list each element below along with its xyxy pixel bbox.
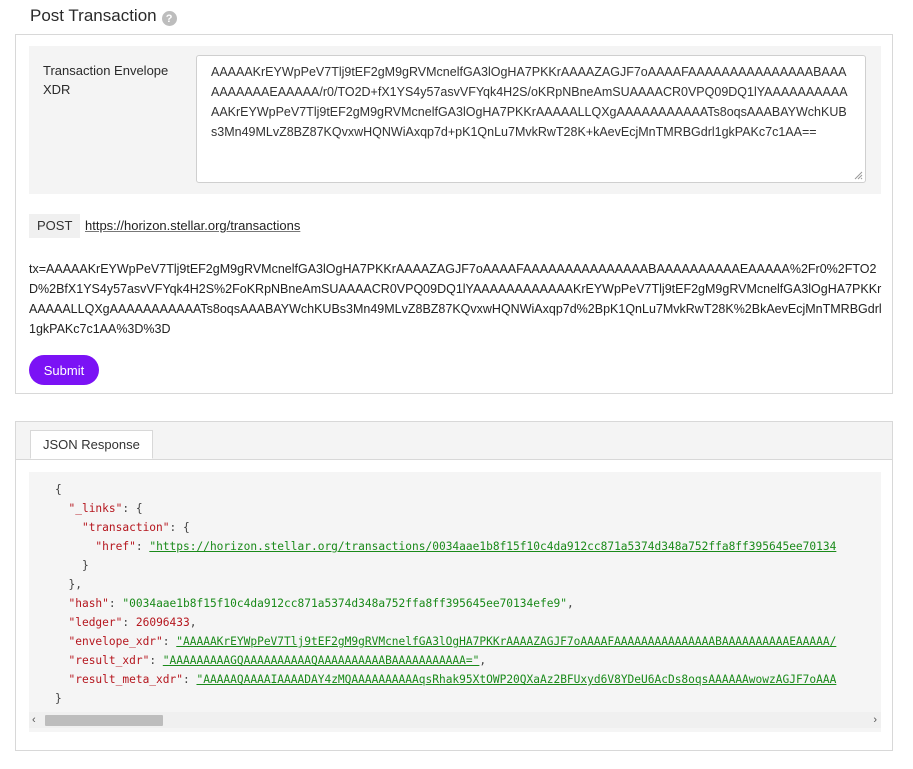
request-url-link[interactable]: https://horizon.stellar.org/transactions — [85, 218, 300, 233]
xdr-section: Transaction Envelope XDR AAAAAKrEYWpPeV7… — [29, 46, 881, 194]
json-code-block: { "_links": { "transaction": { "href": "… — [29, 472, 881, 732]
http-method-badge: POST — [29, 214, 81, 238]
json-key-links: "_links" — [68, 502, 123, 515]
json-envelope-xdr-link[interactable]: "AAAAAKrEYWpPeV7Tlj9tEF2gM9gRVMcnelfGA3l… — [176, 635, 836, 648]
scrollbar-thumb[interactable] — [45, 715, 163, 726]
json-response-panel: JSON Response { "_links": { "transaction… — [15, 421, 893, 751]
scroll-left-icon[interactable]: ‹ — [32, 714, 36, 726]
xdr-textarea[interactable]: AAAAAKrEYWpPeV7Tlj9tEF2gM9gRVMcnelfGA3lO… — [196, 55, 866, 183]
page-title: Post Transaction — [30, 6, 157, 25]
json-key-envelope-xdr: "envelope_xdr" — [68, 635, 163, 648]
json-key-hash: "hash" — [68, 597, 109, 610]
tab-json-response[interactable]: JSON Response — [30, 430, 153, 459]
json-key-result-xdr: "result_xdr" — [68, 654, 150, 667]
post-transaction-panel: Transaction Envelope XDR AAAAAKrEYWpPeV7… — [15, 34, 893, 394]
xdr-value: AAAAAKrEYWpPeV7Tlj9tEF2gM9gRVMcnelfGA3lO… — [211, 65, 848, 139]
json-result-xdr-link[interactable]: "AAAAAAAAAGQAAAAAAAAAAQAAAAAAAAAABAAAAAA… — [163, 654, 480, 667]
json-key-href: "href" — [95, 540, 136, 553]
json-content: { "_links": { "transaction": { "href": "… — [55, 483, 837, 705]
json-result-meta-xdr-link[interactable]: "AAAAAQAAAAIAAAADAY4zMQAAAAAAAAAAqsRhak9… — [196, 673, 836, 686]
page-header: Post Transaction ? — [30, 6, 177, 26]
xdr-label: Transaction Envelope XDR — [43, 63, 169, 97]
request-body: tx=AAAAAKrEYWpPeV7Tlj9tEF2gM9gRVMcnelfGA… — [29, 262, 882, 336]
json-open-brace: { — [55, 483, 62, 496]
json-key-ledger: "ledger" — [68, 616, 123, 629]
json-key-transaction: "transaction" — [81, 521, 170, 534]
horizontal-scrollbar[interactable]: ‹ › — [29, 712, 881, 728]
json-close-brace: } — [55, 692, 62, 705]
submit-button[interactable]: Submit — [29, 355, 99, 385]
help-icon[interactable]: ? — [161, 11, 177, 26]
scroll-right-icon[interactable]: › — [873, 714, 877, 726]
json-ledger-value: 26096433 — [135, 616, 190, 629]
resize-grip-icon[interactable] — [854, 171, 863, 180]
json-href-link[interactable]: "https://horizon.stellar.org/transaction… — [149, 540, 836, 553]
response-tabbar: JSON Response — [16, 422, 892, 460]
json-hash-value: "0034aae1b8f15f10c4da912cc871a5374d348a7… — [122, 597, 567, 610]
json-key-result-meta-xdr: "result_meta_xdr" — [68, 673, 183, 686]
